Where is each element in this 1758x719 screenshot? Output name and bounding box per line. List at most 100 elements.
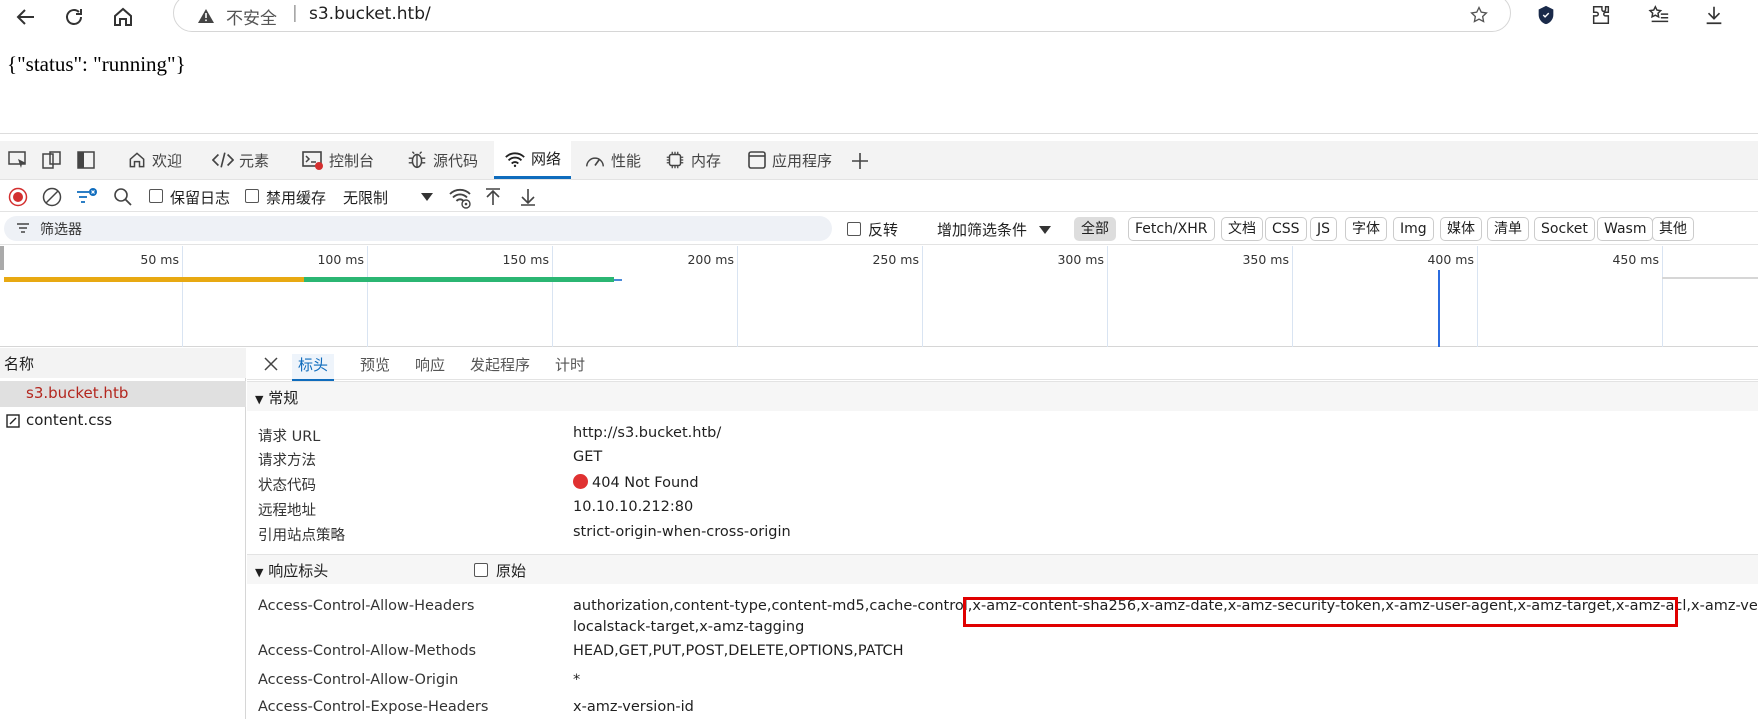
section-response-headers[interactable]: ▼ 响应标头 原始 (247, 554, 1758, 584)
tab-timing[interactable]: 计时 (555, 354, 585, 375)
home-icon[interactable] (109, 3, 137, 31)
status-text: 404 Not Found (592, 475, 699, 491)
close-icon[interactable] (263, 356, 279, 372)
highlight-annotation-box (963, 597, 1678, 627)
add-tab-plus-icon[interactable] (850, 151, 870, 171)
tab-preview[interactable]: 预览 (360, 354, 390, 375)
favorites-list-icon[interactable] (1648, 4, 1670, 26)
chip-other[interactable]: 其他 (1652, 217, 1694, 241)
search-icon[interactable] (113, 187, 133, 207)
chip-media[interactable]: 媒体 (1440, 217, 1482, 241)
filter-toggle-icon[interactable] (76, 187, 98, 207)
refresh-icon[interactable] (60, 3, 88, 31)
extensions-puzzle-icon[interactable] (1590, 4, 1612, 26)
timeline-tick-label: 50 ms (140, 252, 179, 267)
header-value: GET (573, 449, 603, 465)
network-filter-bar: 筛选器 反转 增加筛选条件 全部 Fetch/XHR 文档 CSS JS 字体 … (0, 213, 1758, 245)
disable-cache-checkbox[interactable] (245, 189, 259, 203)
more-filters-dropdown[interactable]: 增加筛选条件 (937, 219, 1027, 240)
tab-memory[interactable]: 内存 (658, 141, 727, 179)
tab-network[interactable]: 网络 (494, 141, 572, 179)
tab-response[interactable]: 响应 (415, 354, 445, 375)
header-value: * (573, 672, 581, 688)
stylesheet-file-icon (6, 414, 20, 428)
chip-fetch-xhr[interactable]: Fetch/XHR (1128, 217, 1215, 241)
header-value-continued: localstack-target,x-amz-tagging (573, 619, 805, 635)
chip-css[interactable]: CSS (1265, 217, 1307, 241)
chip-doc[interactable]: 文档 (1221, 217, 1263, 241)
clear-icon[interactable] (42, 187, 62, 207)
export-har-icon[interactable] (518, 187, 538, 207)
timeline-tick-label: 200 ms (687, 252, 734, 267)
timeline-tick-label: 300 ms (1057, 252, 1104, 267)
device-emulation-icon[interactable] (42, 151, 62, 169)
request-row[interactable]: content.css (0, 408, 246, 434)
back-arrow-icon[interactable] (12, 3, 40, 31)
header-key: Access-Control-Allow-Headers (258, 598, 475, 614)
chevron-down-icon[interactable] (420, 192, 434, 202)
timeline-download-bar (304, 277, 614, 282)
network-conditions-icon[interactable] (448, 187, 472, 209)
tab-performance[interactable]: 性能 (578, 141, 647, 179)
request-name: content.css (26, 411, 113, 429)
record-stop-icon[interactable] (8, 187, 28, 207)
timeline-tick-line (367, 246, 368, 347)
home-icon (127, 150, 147, 170)
timeline-tick-label: 150 ms (502, 252, 549, 267)
address-bar[interactable]: 不安全 | s3.bucket.htb/ (173, 0, 1511, 32)
tab-sources[interactable]: 源代码 (400, 141, 484, 179)
download-icon[interactable] (1703, 4, 1725, 26)
status-value: 404 Not Found (573, 474, 699, 491)
tab-welcome[interactable]: 欢迎 (121, 141, 188, 179)
chip-all[interactable]: 全部 (1074, 217, 1116, 241)
timeline-load-marker (1438, 270, 1440, 347)
raw-label: 原始 (496, 562, 527, 580)
tab-welcome-label: 欢迎 (152, 151, 183, 170)
section-general[interactable]: ▼ 常规 (247, 381, 1758, 411)
request-row[interactable]: s3.bucket.htb (0, 381, 246, 407)
tab-headers[interactable]: 标头 (292, 354, 335, 381)
header-value: 10.10.10.212:80 (573, 499, 694, 515)
raw-checkbox[interactable] (474, 563, 488, 577)
tab-sources-label: 源代码 (433, 151, 479, 170)
url-text[interactable]: s3.bucket.htb/ (309, 4, 431, 24)
favorite-star-icon[interactable] (1469, 5, 1489, 25)
chip-img[interactable]: Img (1393, 217, 1434, 241)
timeline-waiting-bar (4, 277, 304, 282)
tab-initiator[interactable]: 发起程序 (470, 354, 530, 375)
triangle-down-icon: ▼ (255, 393, 264, 406)
inspect-element-icon[interactable] (8, 151, 28, 169)
chip-js[interactable]: JS (1310, 217, 1338, 241)
invert-label: 反转 (868, 221, 899, 239)
detail-tabbar: 标头 预览 响应 发起程序 计时 (247, 348, 1758, 381)
dock-side-icon[interactable] (77, 151, 95, 169)
url-separator: | (292, 3, 298, 23)
chip-wasm[interactable]: Wasm (1597, 217, 1654, 241)
header-value: x-amz-version-id (573, 699, 694, 715)
timeline-tick-line (1292, 246, 1293, 347)
invert-checkbox[interactable] (847, 222, 861, 236)
filter-input[interactable]: 筛选器 (4, 216, 832, 241)
tab-console[interactable]: 控制台 (296, 141, 380, 179)
filter-placeholder: 筛选器 (40, 222, 82, 238)
header-key: Access-Control-Expose-Headers (258, 699, 489, 715)
import-har-icon[interactable] (483, 187, 503, 207)
timeline-tick-line (1107, 246, 1108, 347)
tab-performance-label: 性能 (611, 151, 642, 170)
page-viewport: {"status": "running"} (0, 34, 1758, 134)
chip-socket[interactable]: Socket (1534, 217, 1595, 241)
timeline-left-handle[interactable] (0, 246, 4, 270)
throttling-select[interactable]: 无限制 (343, 187, 388, 208)
extension-shield-icon[interactable] (1535, 4, 1557, 26)
chevron-down-icon[interactable] (1038, 225, 1052, 235)
timeline-overview[interactable]: 50 ms 100 ms 150 ms 200 ms 250 ms 300 ms… (0, 246, 1758, 347)
header-key: 请求方法 (258, 453, 316, 469)
tab-elements[interactable]: 元素 (206, 141, 275, 179)
tab-application[interactable]: 应用程序 (741, 141, 838, 179)
column-header-name[interactable]: 名称 (0, 348, 246, 378)
chip-font[interactable]: 字体 (1345, 217, 1387, 241)
chip-manifest[interactable]: 清单 (1487, 217, 1529, 241)
code-icon (212, 150, 234, 170)
status-error-dot-icon (573, 474, 588, 489)
preserve-log-checkbox[interactable] (149, 189, 163, 203)
